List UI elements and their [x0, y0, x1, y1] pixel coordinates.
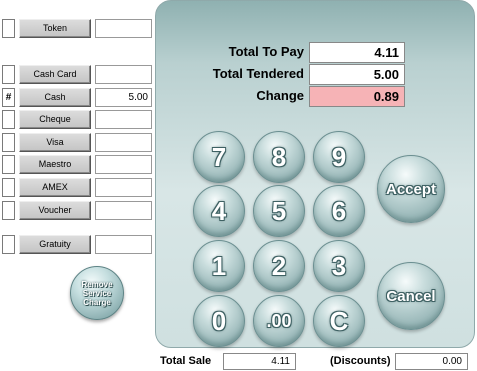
- key-clear[interactable]: C: [313, 295, 365, 347]
- maestro-amount-field[interactable]: [95, 155, 152, 174]
- amex-amount-field[interactable]: [95, 178, 152, 197]
- payment-row-amex: AMEX: [2, 178, 152, 197]
- discounts-label: (Discounts): [330, 355, 391, 367]
- payment-row-maestro: Maestro: [2, 155, 152, 174]
- key-8[interactable]: 8: [253, 131, 305, 183]
- token-amount-field[interactable]: [95, 19, 152, 38]
- payment-row-cash: # Cash 5.00: [2, 88, 152, 107]
- remove-service-charge-button[interactable]: Remove Service Charge: [70, 266, 124, 320]
- accept-button[interactable]: Accept: [377, 155, 445, 223]
- total-to-pay-label: Total To Pay: [228, 44, 304, 59]
- row-marker: [2, 110, 15, 129]
- payment-row-gratuity: Gratuity: [2, 235, 152, 254]
- key-7[interactable]: 7: [193, 131, 245, 183]
- row-marker: [2, 133, 15, 152]
- voucher-amount-field[interactable]: [95, 201, 152, 220]
- payment-row-voucher: Voucher: [2, 201, 152, 220]
- cash-card-button[interactable]: Cash Card: [19, 65, 91, 84]
- payment-row-visa: Visa: [2, 133, 152, 152]
- payment-row-cash-card: Cash Card: [2, 65, 152, 84]
- visa-button[interactable]: Visa: [19, 133, 91, 152]
- key-0[interactable]: 0: [193, 295, 245, 347]
- visa-amount-field[interactable]: [95, 133, 152, 152]
- cash-amount-field[interactable]: 5.00: [95, 88, 152, 107]
- payment-row-token: Token: [2, 19, 152, 38]
- change-label: Change: [256, 88, 304, 103]
- remove-service-line-2: Service: [82, 288, 112, 298]
- change-value: 0.89: [309, 86, 405, 107]
- amex-button[interactable]: AMEX: [19, 178, 91, 197]
- total-tendered-label: Total Tendered: [212, 66, 304, 81]
- key-1[interactable]: 1: [193, 240, 245, 292]
- discounts-value: 0.00: [395, 353, 468, 370]
- total-to-pay-value: 4.11: [309, 42, 405, 63]
- total-sale-label: Total Sale: [160, 355, 212, 367]
- key-9[interactable]: 9: [313, 131, 365, 183]
- key-5[interactable]: 5: [253, 185, 305, 237]
- row-marker: [2, 155, 15, 174]
- key-2[interactable]: 2: [253, 240, 305, 292]
- key-double-zero[interactable]: .00: [253, 295, 305, 347]
- remove-service-charge-label: Remove Service Charge: [81, 280, 112, 307]
- maestro-button[interactable]: Maestro: [19, 155, 91, 174]
- remove-service-line-3: Charge: [83, 297, 111, 307]
- cheque-button[interactable]: Cheque: [19, 110, 91, 129]
- cash-card-amount-field[interactable]: [95, 65, 152, 84]
- row-marker: #: [2, 88, 15, 107]
- gratuity-button[interactable]: Gratuity: [19, 235, 91, 254]
- row-marker: [2, 178, 15, 197]
- row-marker: [2, 201, 15, 220]
- voucher-button[interactable]: Voucher: [19, 201, 91, 220]
- token-button[interactable]: Token: [19, 19, 91, 38]
- gratuity-amount-field[interactable]: [95, 235, 152, 254]
- key-4[interactable]: 4: [193, 185, 245, 237]
- total-sale-value: 4.11: [223, 353, 296, 370]
- cancel-button[interactable]: Cancel: [377, 262, 445, 330]
- key-3[interactable]: 3: [313, 240, 365, 292]
- row-marker: [2, 19, 15, 38]
- key-6[interactable]: 6: [313, 185, 365, 237]
- payment-row-cheque: Cheque: [2, 110, 152, 129]
- cash-button[interactable]: Cash: [19, 88, 91, 107]
- cheque-amount-field[interactable]: [95, 110, 152, 129]
- row-marker: [2, 235, 15, 254]
- remove-service-line-1: Remove: [81, 279, 113, 289]
- total-tendered-value: 5.00: [309, 64, 405, 85]
- row-marker: [2, 65, 15, 84]
